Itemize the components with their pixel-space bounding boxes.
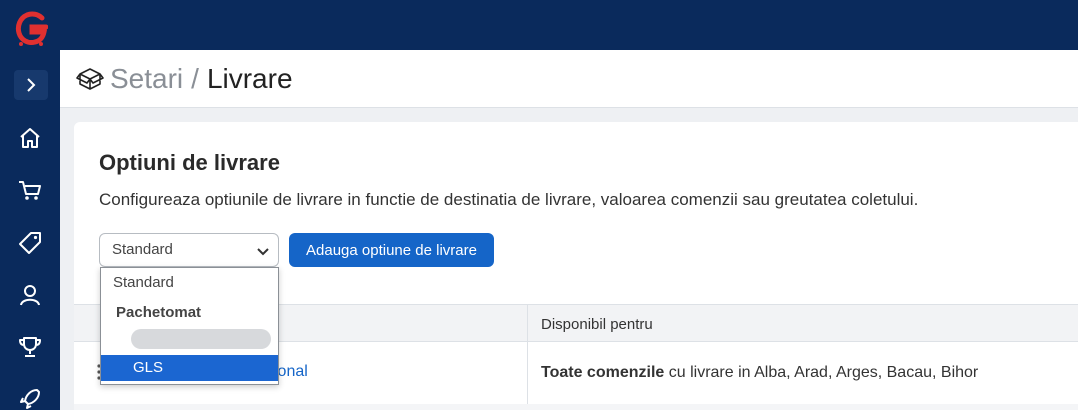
rocket-icon[interactable] [17, 386, 43, 410]
table-row-separator [74, 404, 1078, 410]
dropdown-group-pachetomat: Pachetomat [116, 304, 202, 321]
row-availability: Toate comenzile cu livrare in Alba, Arad… [541, 364, 978, 382]
shipping-type-dropdown[interactable]: Standard Pachetomat GLS [100, 267, 279, 385]
page-title: Livrare [206, 62, 293, 94]
cart-icon[interactable] [17, 177, 43, 203]
home-icon[interactable] [17, 125, 43, 151]
users-icon[interactable] [17, 282, 43, 308]
dropdown-option-standard[interactable]: Standard [101, 270, 278, 296]
availability-bold: Toate comenzile [541, 364, 665, 381]
box-icon [76, 67, 104, 90]
top-bar [60, 0, 1078, 50]
logo-icon[interactable] [12, 10, 48, 48]
page-title-bar: Setari / Livrare [60, 50, 1078, 108]
availability-regions: cu livrare in Alba, Arad, Arges, Bacau, … [664, 364, 979, 381]
card-title: Optiuni de livrare [99, 150, 280, 175]
expand-sidebar-button[interactable] [14, 70, 48, 100]
shipping-option-link[interactable]: ional [274, 363, 308, 381]
column-header-available: Disponibil pentru [541, 316, 653, 333]
dropdown-option-gls[interactable]: GLS [101, 355, 278, 381]
trophy-icon[interactable] [17, 334, 43, 360]
chevron-right-icon [27, 78, 36, 92]
chevron-down-icon [257, 248, 269, 256]
card-description: Configureaza optiunile de livrare in fun… [99, 190, 919, 209]
tag-icon[interactable] [17, 230, 43, 256]
breadcrumb-parent[interactable]: Setari [110, 63, 183, 95]
redacted-option[interactable] [131, 329, 271, 349]
breadcrumb-separator: / [191, 62, 199, 94]
shipping-type-select[interactable]: Standard [99, 233, 279, 267]
sidebar [0, 0, 60, 410]
select-value: Standard [112, 241, 173, 258]
add-shipping-option-button[interactable]: Adauga optiune de livrare [289, 233, 494, 267]
